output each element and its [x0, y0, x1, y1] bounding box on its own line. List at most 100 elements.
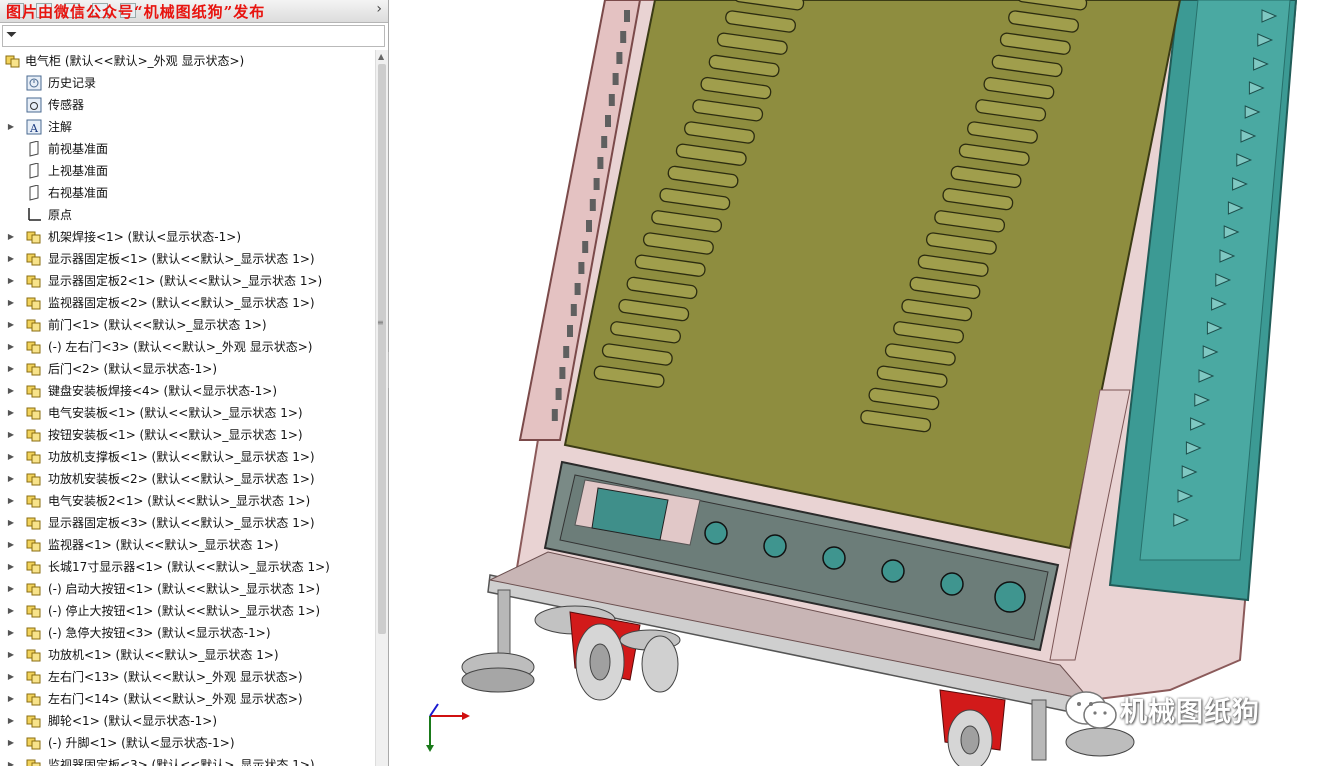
tree-item[interactable]: 右视基准面	[0, 182, 374, 204]
expand-arrow-icon[interactable]: ▶	[6, 600, 16, 622]
part-icon	[26, 449, 42, 465]
filter-icon[interactable]: ⏷	[6, 27, 17, 43]
panel-tab-bar: 图片由微信公众号“机械图纸狗”发布 ›	[0, 0, 388, 23]
graphics-viewport[interactable]	[389, 0, 1330, 770]
tree-item[interactable]: ▶ 长城17寸显示器<1> (默认<<默认>_显示状态 1>)	[0, 556, 374, 578]
expand-arrow-icon[interactable]: ▶	[6, 622, 16, 644]
tree-item-label: 脚轮<1> (默认<显示状态-1>)	[48, 714, 217, 728]
scroll-up-icon[interactable]: ▲	[378, 52, 384, 61]
tree-item[interactable]: ▶ A 注解	[0, 116, 374, 138]
tree-item-label: 功放机支撑板<1> (默认<<默认>_显示状态 1>)	[48, 450, 315, 464]
tree-filter-box[interactable]: ⏷	[2, 25, 385, 47]
tree-item[interactable]: ▶ (-) 左右门<3> (默认<<默认>_外观 显示状态>)	[0, 336, 374, 358]
expand-arrow-icon[interactable]: ▶	[6, 754, 16, 766]
expand-arrow-icon[interactable]: ▶	[6, 556, 16, 578]
feature-manager-panel: 图片由微信公众号“机械图纸狗”发布 › ⏷ 电气柜 (默认<<默认>_外观 显示…	[0, 0, 389, 766]
watermark-banner: 图片由微信公众号“机械图纸狗”发布	[6, 3, 266, 21]
chevron-right-icon[interactable]: ›	[376, 1, 382, 17]
expand-arrow-icon[interactable]: ▶	[6, 314, 16, 336]
expand-arrow-icon[interactable]: ▶	[6, 710, 16, 732]
tree-item[interactable]: ▶ 功放机<1> (默认<<默认>_显示状态 1>)	[0, 644, 374, 666]
frame-slot	[620, 31, 627, 43]
expand-arrow-icon[interactable]: ▶	[6, 534, 16, 556]
tree-item[interactable]: 传感器	[0, 94, 374, 116]
leveling-foot-right	[1065, 727, 1135, 757]
tree-item[interactable]: ▶ 显示器固定板2<1> (默认<<默认>_显示状态 1>)	[0, 270, 374, 292]
tree-item[interactable]: ▶ 电气安装板2<1> (默认<<默认>_显示状态 1>)	[0, 490, 374, 512]
tree-item[interactable]: ▶ 脚轮<1> (默认<显示状态-1>)	[0, 710, 374, 732]
tree-item[interactable]: ▶ 电气安装板<1> (默认<<默认>_显示状态 1>)	[0, 402, 374, 424]
part-icon	[26, 339, 42, 355]
sensor-icon	[26, 97, 42, 113]
part-icon	[26, 295, 42, 311]
tree-item[interactable]: ▶ (-) 启动大按钮<1> (默认<<默认>_显示状态 1>)	[0, 578, 374, 600]
control-button	[994, 581, 1026, 613]
tree-item[interactable]: ▶ (-) 升脚<1> (默认<显示状态-1>)	[0, 732, 374, 754]
tree-item[interactable]: 上视基准面	[0, 160, 374, 182]
tree-item-label: (-) 左右门<3> (默认<<默认>_外观 显示状态>)	[48, 340, 313, 354]
tree-item[interactable]: ▶ (-) 急停大按钮<3> (默认<显示状态-1>)	[0, 622, 374, 644]
tree-item-label: 机架焊接<1> (默认<显示状态-1>)	[48, 230, 241, 244]
tree-item[interactable]: ▶ 按钮安装板<1> (默认<<默认>_显示状态 1>)	[0, 424, 374, 446]
tree-item-label: (-) 升脚<1> (默认<显示状态-1>)	[48, 736, 235, 750]
tree-item[interactable]: ▶ 键盘安装板焊接<4> (默认<显示状态-1>)	[0, 380, 374, 402]
control-button	[763, 534, 787, 558]
tree-item[interactable]: 原点	[0, 204, 374, 226]
tree-item[interactable]: ▶ 后门<2> (默认<显示状态-1>)	[0, 358, 374, 380]
part-icon	[26, 471, 42, 487]
tree-item[interactable]: 前视基准面	[0, 138, 374, 160]
tree-item[interactable]: ▶ 左右门<14> (默认<<默认>_外观 显示状态>)	[0, 688, 374, 710]
expand-arrow-icon[interactable]: ▶	[6, 248, 16, 270]
expand-arrow-icon[interactable]: ▶	[6, 424, 16, 446]
expand-arrow-icon[interactable]: ▶	[6, 380, 16, 402]
assembly-icon	[5, 53, 21, 69]
tree-item[interactable]: ▶ 监视器<1> (默认<<默认>_显示状态 1>)	[0, 534, 374, 556]
expand-arrow-icon[interactable]: ▶	[6, 468, 16, 490]
frame-slot	[605, 115, 611, 127]
expand-arrow-icon[interactable]: ▶	[6, 490, 16, 512]
tree-item[interactable]: ▶ 机架焊接<1> (默认<显示状态-1>)	[0, 226, 374, 248]
expand-arrow-icon[interactable]: ▶	[6, 644, 16, 666]
tree-item[interactable]: ▶ 功放机支撑板<1> (默认<<默认>_显示状态 1>)	[0, 446, 374, 468]
tree-item[interactable]: ▶ 前门<1> (默认<<默认>_显示状态 1>)	[0, 314, 374, 336]
plane-icon	[26, 162, 42, 179]
frame-slot	[597, 157, 604, 169]
tree-item[interactable]: ▶ 显示器固定板<1> (默认<<默认>_显示状态 1>)	[0, 248, 374, 270]
expand-arrow-icon[interactable]: ▶	[6, 666, 16, 688]
expand-arrow-icon[interactable]: ▶	[6, 446, 16, 468]
expand-arrow-icon[interactable]: ▶	[6, 292, 16, 314]
tree-item[interactable]: 历史记录	[0, 72, 374, 94]
expand-arrow-icon[interactable]: ▶	[6, 358, 16, 380]
expand-arrow-icon[interactable]: ▶	[6, 688, 16, 710]
tree-root-assembly[interactable]: 电气柜 (默认<<默认>_外观 显示状态>)	[0, 50, 374, 72]
tree-item[interactable]: ▶ (-) 停止大按钮<1> (默认<<默认>_显示状态 1>)	[0, 600, 374, 622]
expand-arrow-icon[interactable]: ▶	[6, 512, 16, 534]
tree-item-label: 电气安装板2<1> (默认<<默认>_显示状态 1>)	[48, 494, 311, 508]
tree-item-label: 显示器固定板<3> (默认<<默认>_显示状态 1>)	[48, 516, 315, 530]
expand-arrow-icon[interactable]: ▶	[6, 270, 16, 292]
frame-slot	[574, 283, 581, 295]
tree-item-label: 前视基准面	[48, 142, 109, 156]
tree-item[interactable]: ▶ 监视器固定板<3> (默认<<默认>_显示状态 1>)	[0, 754, 374, 766]
tree-item-label: 监视器固定板<3> (默认<<默认>_显示状态 1>)	[48, 758, 315, 766]
expand-arrow-icon[interactable]: ▶	[6, 336, 16, 358]
part-icon	[26, 603, 42, 619]
expand-arrow-icon[interactable]: ▶	[6, 732, 16, 754]
expand-arrow-icon[interactable]: ▶	[6, 226, 16, 248]
expand-arrow-icon[interactable]: ▶	[6, 116, 16, 138]
expand-arrow-icon[interactable]: ▶	[6, 402, 16, 424]
tree-item[interactable]: ▶ 左右门<13> (默认<<默认>_外观 显示状态>)	[0, 666, 374, 688]
tree-scrollbar[interactable]: ▲ ≡	[375, 50, 388, 766]
part-icon	[26, 625, 42, 641]
tree-item-label: 监视器<1> (默认<<默认>_显示状态 1>)	[48, 538, 279, 552]
tree-item[interactable]: ▶ 功放机安装板<2> (默认<<默认>_显示状态 1>)	[0, 468, 374, 490]
frame-slot	[570, 304, 577, 316]
expand-arrow-icon[interactable]: ▶	[6, 578, 16, 600]
tree-item-label: (-) 急停大按钮<3> (默认<显示状态-1>)	[48, 626, 271, 640]
part-icon	[26, 713, 42, 729]
tree-item-label: 上视基准面	[48, 164, 109, 178]
tree-item[interactable]: ▶ 显示器固定板<3> (默认<<默认>_显示状态 1>)	[0, 512, 374, 534]
tree-item[interactable]: ▶ 监视器固定板<2> (默认<<默认>_显示状态 1>)	[0, 292, 374, 314]
frame-slot	[555, 388, 562, 400]
scrollbar-thumb[interactable]	[378, 64, 386, 634]
